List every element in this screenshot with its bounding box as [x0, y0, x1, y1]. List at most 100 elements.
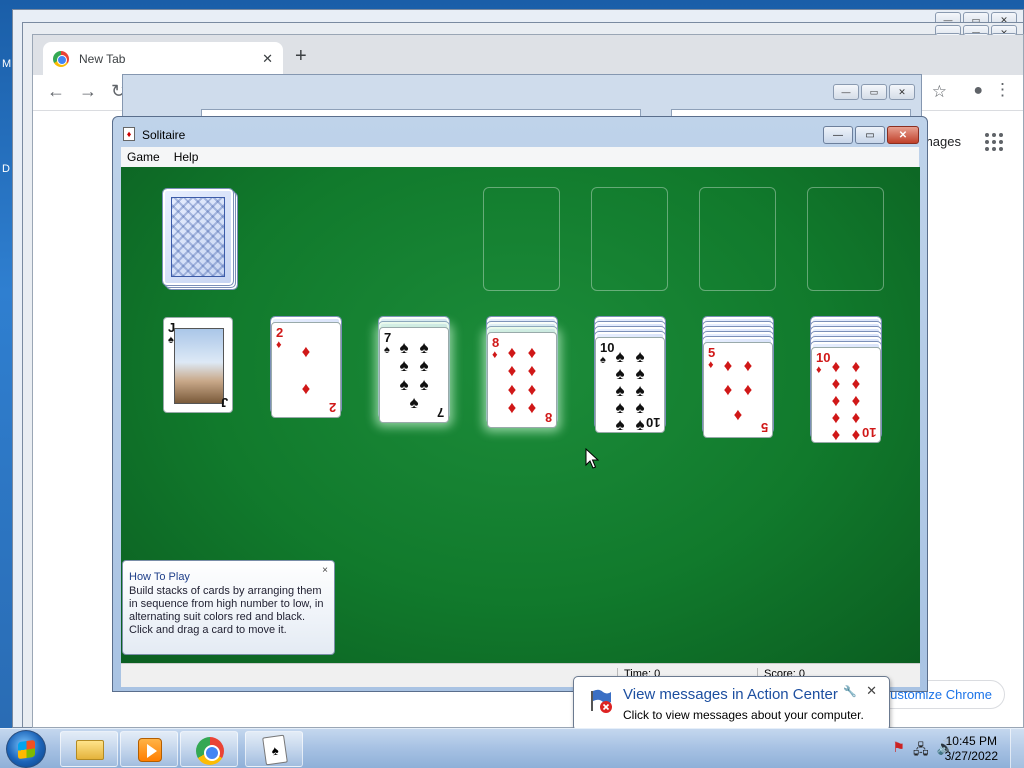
card-rank: 5: [760, 420, 768, 435]
card-pips: ♦ ♦ ♦ ♦ ♦: [718, 353, 758, 427]
card-pips: ♦ ♦ ♦ ♦ ♦ ♦ ♦ ♦ ♦ ♦: [826, 357, 866, 443]
stock-pile[interactable]: [162, 188, 234, 286]
card-suit-icon: ♦: [743, 380, 753, 400]
card-suit-icon: ♠: [168, 334, 174, 346]
bookmark-star-icon[interactable]: ☆: [932, 82, 947, 102]
card-suit-icon: ♦: [507, 398, 517, 418]
face-up-card[interactable]: 10 ♦ ♦ ♦ ♦ ♦ ♦ ♦ ♦ ♦ ♦ ♦ 10: [811, 347, 881, 443]
card-suit-icon: ♦: [831, 391, 841, 410]
foundation-slot[interactable]: [483, 187, 560, 291]
card-suit-icon: ♠: [615, 364, 625, 383]
card-pips: ♠ ♠ ♠ ♠ ♠ ♠ ♠: [394, 338, 434, 412]
card-rank: 10: [861, 425, 876, 440]
card-suit-icon: ♦: [708, 359, 714, 371]
mouse-cursor-icon: [585, 448, 599, 469]
menu-kebab-icon[interactable]: ⋮: [994, 80, 1011, 100]
card-suit-icon: ♦: [831, 357, 841, 376]
card-suit-icon: ♦: [492, 349, 498, 361]
title-bar[interactable]: ♦ Solitaire — ▭ ✕: [113, 117, 927, 149]
close-icon[interactable]: ✕: [866, 683, 877, 699]
taskbar-chrome[interactable]: [180, 731, 238, 767]
card-rank: 2: [276, 325, 284, 340]
card-suit-icon: ♦: [723, 380, 733, 400]
close-icon[interactable]: ×: [322, 565, 328, 576]
new-tab-button[interactable]: +: [295, 45, 307, 68]
face-up-card[interactable]: J ♠ J: [163, 317, 233, 413]
foundation-slot[interactable]: [807, 187, 884, 291]
minimize-button[interactable]: —: [833, 84, 859, 100]
card-suit-icon: ♦: [743, 355, 753, 375]
options-icon[interactable]: 🔧: [843, 685, 857, 698]
notification-text: Click to view messages about your comput…: [623, 708, 864, 722]
card-rank: J: [220, 395, 228, 410]
taskbar-explorer[interactable]: [60, 731, 118, 767]
maximize-button[interactable]: ▭: [855, 126, 885, 144]
foundation-slot[interactable]: [591, 187, 668, 291]
media-player-icon: [138, 738, 162, 762]
forward-arrow-icon[interactable]: →: [79, 81, 97, 102]
card-pips: ♦ ♦ ♦ ♦ ♦ ♦ ♦ ♦: [502, 343, 542, 417]
card-rank: 7: [384, 330, 392, 345]
tab-new-tab[interactable]: New Tab ✕: [43, 42, 283, 75]
maximize-button[interactable]: ▭: [861, 84, 887, 100]
foundation-slot[interactable]: [699, 187, 776, 291]
clock-date: 3/27/2022: [944, 749, 998, 763]
network-icon[interactable]: 🖧: [913, 739, 929, 763]
face-up-card[interactable]: 5 ♦ ♦ ♦ ♦ ♦ ♦ 5: [703, 342, 773, 438]
card-suit-icon: ♦: [851, 374, 861, 393]
action-center-flag-icon[interactable]: ⚑: [892, 739, 905, 763]
profile-icon[interactable]: ●: [973, 82, 983, 100]
card-suit-icon: ♦: [851, 391, 861, 410]
action-center-notification[interactable]: View messages in Action Center Click to …: [573, 676, 890, 731]
face-up-card[interactable]: 10 ♠ ♠ ♠ ♠ ♠ ♠ ♠ ♠ ♠ ♠ ♠ 10: [595, 337, 665, 433]
card-rank: 2: [328, 400, 336, 415]
card-rank: 10: [645, 415, 660, 430]
face-up-card[interactable]: 2 ♦ ♦ ♦ 2: [271, 322, 341, 418]
menu-game[interactable]: Game: [127, 150, 160, 164]
chrome-icon: [196, 737, 224, 765]
minimize-button[interactable]: —: [823, 126, 853, 144]
card-suit-icon: ♠: [615, 347, 625, 366]
card-rank: 5: [708, 345, 716, 360]
chrome-logo-icon: [53, 50, 69, 67]
desktop-icon-label[interactable]: D: [2, 163, 10, 175]
notification-title[interactable]: View messages in Action Center: [623, 686, 838, 703]
card-suit-icon: ♦: [507, 361, 517, 381]
card-suit-icon: ♠: [399, 374, 409, 394]
face-up-card[interactable]: 7 ♠ ♠ ♠ ♠ ♠ ♠ ♠ ♠ 7: [379, 327, 449, 423]
card-rank: 8: [492, 335, 500, 350]
taskbar-media-player[interactable]: [120, 731, 178, 767]
tab-strip: New Tab ✕ +: [33, 35, 1023, 75]
card-suit-icon: ♦: [723, 355, 733, 375]
show-desktop-button[interactable]: [1010, 729, 1024, 768]
card-suit-icon: ♠: [635, 381, 645, 400]
clock[interactable]: 10:45 PM 3/27/2022: [945, 734, 998, 764]
close-button[interactable]: ✕: [889, 84, 915, 100]
apps-grid-icon[interactable]: [985, 133, 1003, 151]
card-suit-icon: ♦: [527, 398, 537, 418]
card-suit-icon: ♠: [615, 381, 625, 400]
menu-help[interactable]: Help: [174, 150, 199, 164]
card-suit-icon: ♦: [507, 342, 517, 362]
card-suit-icon: ♦: [851, 357, 861, 376]
close-button[interactable]: ✕: [887, 126, 919, 144]
card-suit-icon: ♦: [301, 379, 311, 398]
solitaire-window[interactable]: ♦ Solitaire — ▭ ✕ Game Help J ♠ J 2 ♦ ♦ ♦ 2 7 ♠ ♠ ♠…: [112, 116, 928, 692]
card-suit-icon: ♦: [733, 405, 743, 425]
taskbar-solitaire[interactable]: ♠: [245, 731, 303, 767]
window-title: Solitaire: [142, 128, 186, 142]
start-button[interactable]: [6, 730, 46, 768]
tab-close-icon[interactable]: ✕: [262, 51, 273, 67]
menu-bar: Game Help: [121, 147, 919, 167]
card-suit-icon: ♦: [851, 408, 861, 427]
tip-title: How To Play: [129, 571, 190, 583]
card-suit-icon: ♠: [384, 344, 390, 356]
tab-title: New Tab: [79, 51, 126, 66]
back-arrow-icon[interactable]: ←: [47, 81, 65, 102]
desktop-icon-label[interactable]: M: [2, 58, 11, 70]
face-up-card[interactable]: 8 ♦ ♦ ♦ ♦ ♦ ♦ ♦ ♦ ♦ 8: [487, 332, 557, 428]
card-suit-icon: ♠: [615, 415, 625, 434]
card-suit-icon: ♠: [615, 398, 625, 417]
jack-illustration: [174, 328, 224, 404]
taskbar: ♠ ⚑ 🖧 🔊 10:45 PM 3/27/2022: [0, 728, 1024, 768]
